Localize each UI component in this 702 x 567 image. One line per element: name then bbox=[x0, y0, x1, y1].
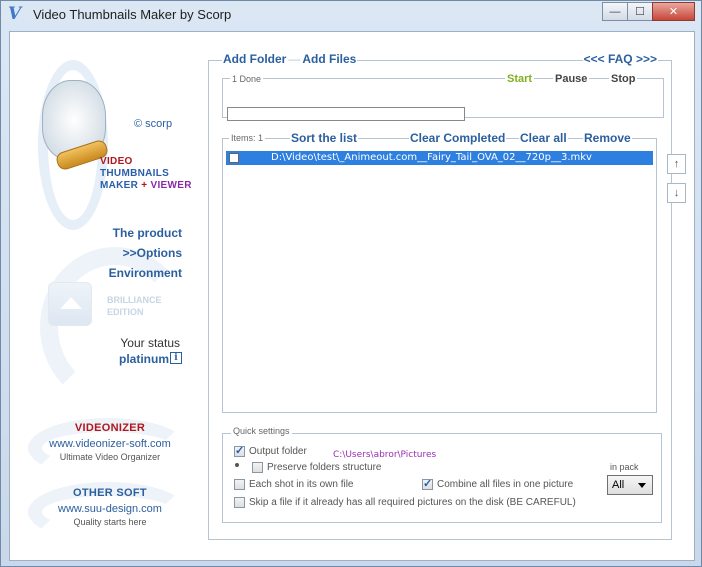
othersoft-title: OTHER SOFT bbox=[73, 487, 147, 499]
quick-settings-title: Quick settings bbox=[231, 426, 292, 436]
window-controls: — ☐ ✕ bbox=[602, 2, 695, 21]
add-files-button[interactable]: Add Files bbox=[301, 52, 358, 66]
skip-existing-label: Skip a file if it already has all requir… bbox=[249, 497, 576, 508]
nav-options[interactable]: >>Options bbox=[109, 246, 182, 260]
client-area: © scorp VIDEO THUMBNAILS MAKER + VIEWER … bbox=[9, 31, 695, 561]
start-button[interactable]: Start bbox=[505, 73, 535, 85]
row-filename: D:\Video\test\_Animeout.com__Fairy_Tail_… bbox=[271, 152, 592, 163]
minimize-button[interactable]: — bbox=[602, 2, 628, 21]
in-pack-select[interactable]: All bbox=[607, 475, 653, 495]
faq-link[interactable]: <<< FAQ >>> bbox=[582, 52, 658, 66]
output-path[interactable]: C:\Users\abror\Pictures bbox=[333, 450, 436, 460]
nav-environment[interactable]: Environment bbox=[109, 266, 182, 280]
remove-button[interactable]: Remove bbox=[583, 131, 632, 145]
file-toolbar: Add Folder — Add Files bbox=[222, 52, 358, 66]
stop-button[interactable]: Stop bbox=[609, 73, 638, 85]
preserve-structure-checkbox[interactable] bbox=[252, 462, 263, 473]
othersoft-promo: OTHER SOFT www.suu-design.com Quality st… bbox=[30, 487, 190, 527]
videonizer-tagline: Ultimate Video Organizer bbox=[59, 452, 161, 462]
items-count: Items: 1 bbox=[231, 133, 264, 143]
logo-line-3c: VIEWER bbox=[150, 180, 192, 191]
bullet-icon bbox=[235, 463, 239, 467]
output-folder-option[interactable]: Output folder bbox=[234, 444, 307, 457]
othersoft-link[interactable]: www.suu-design.com bbox=[30, 503, 190, 515]
output-folder-label: Output folder bbox=[249, 446, 307, 457]
progress-bar bbox=[227, 107, 465, 121]
status-label: Your status bbox=[120, 336, 180, 350]
combine-checkbox[interactable] bbox=[422, 477, 433, 490]
edition-line-2: EDITION bbox=[107, 307, 144, 317]
brilliance-edition-label: BRILLIANCE EDITION bbox=[107, 294, 162, 318]
nav-the-product[interactable]: The product bbox=[109, 226, 182, 240]
maximize-button[interactable]: ☐ bbox=[627, 2, 653, 21]
logo-line-1: VIDEO bbox=[100, 156, 133, 167]
window-title: Video Thumbnails Maker by Scorp bbox=[33, 7, 232, 22]
logo-line-3a: MAKER bbox=[100, 180, 139, 191]
pause-button[interactable]: Pause bbox=[553, 73, 590, 85]
product-logo-text: VIDEO THUMBNAILS MAKER + VIEWER bbox=[100, 156, 192, 192]
sort-list-button[interactable]: Sort the list bbox=[290, 131, 359, 145]
logo-line-2: THUMBNAILS bbox=[100, 168, 170, 179]
preserve-structure-label: Preserve folders structure bbox=[267, 462, 382, 473]
othersoft-tagline: Quality starts here bbox=[73, 517, 147, 527]
each-shot-checkbox[interactable] bbox=[234, 479, 245, 490]
videonizer-title: VIDEONIZER bbox=[74, 422, 146, 434]
each-shot-label: Each shot in its own file bbox=[249, 479, 354, 490]
logo-line-3b: + bbox=[138, 180, 151, 191]
title-bar[interactable]: V Video Thumbnails Maker by Scorp — ☐ ✕ bbox=[1, 1, 701, 29]
file-list[interactable] bbox=[222, 138, 657, 413]
add-folder-button[interactable]: Add Folder bbox=[222, 52, 288, 66]
skip-existing-option[interactable]: Skip a file if it already has all requir… bbox=[234, 497, 576, 508]
list-item[interactable]: D:\Video\test\_Animeout.com__Fairy_Tail_… bbox=[226, 151, 653, 165]
clear-completed-button[interactable]: Clear Completed bbox=[409, 131, 507, 145]
move-down-button[interactable]: ↓ bbox=[667, 183, 686, 203]
sidebar-nav: The product >>Options Environment bbox=[109, 226, 182, 286]
each-shot-option[interactable]: Each shot in its own file bbox=[234, 479, 354, 490]
list-header: Items: 1 bbox=[229, 132, 266, 144]
combine-label: Combine all files in one picture bbox=[437, 479, 574, 490]
brilliance-edition-icon bbox=[48, 282, 92, 326]
move-up-button[interactable]: ↑ bbox=[667, 154, 686, 174]
status-value: platinum bbox=[119, 352, 169, 366]
app-window: V Video Thumbnails Maker by Scorp — ☐ ✕ … bbox=[0, 0, 702, 567]
done-count: 1 Done bbox=[230, 74, 264, 84]
output-folder-checkbox[interactable] bbox=[234, 444, 245, 457]
info-icon[interactable]: i bbox=[170, 352, 182, 364]
combine-option[interactable]: Combine all files in one picture bbox=[422, 477, 574, 490]
skip-existing-checkbox[interactable] bbox=[234, 497, 245, 508]
preserve-structure-option[interactable]: Preserve folders structure bbox=[252, 462, 382, 473]
app-icon: V bbox=[8, 4, 22, 24]
owl-logo bbox=[20, 50, 200, 230]
videonizer-link[interactable]: www.videonizer-soft.com bbox=[30, 438, 190, 450]
copyright-label: © scorp bbox=[134, 118, 173, 130]
edition-line-1: BRILLIANCE bbox=[107, 295, 162, 305]
close-button[interactable]: ✕ bbox=[652, 2, 695, 21]
videonizer-promo: VIDEONIZER www.videonizer-soft.com Ultim… bbox=[30, 422, 190, 462]
in-pack-label: in pack bbox=[610, 462, 639, 472]
clear-all-button[interactable]: Clear all bbox=[519, 131, 568, 145]
row-checkbox[interactable] bbox=[229, 153, 239, 163]
